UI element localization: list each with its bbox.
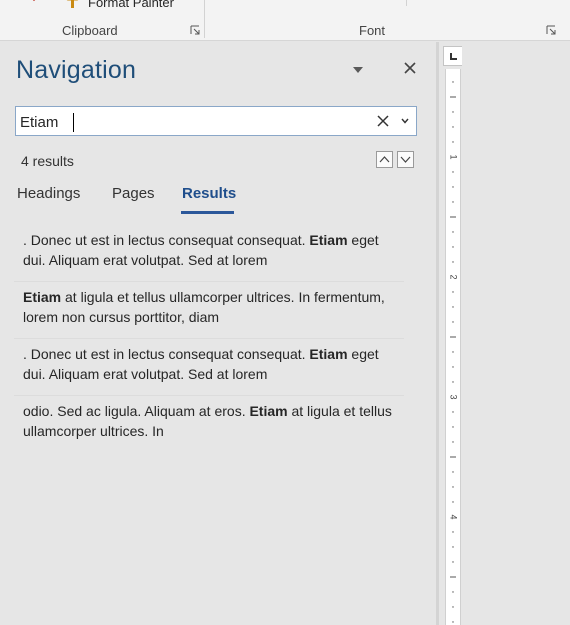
pane-splitter[interactable] xyxy=(436,42,439,625)
result-item[interactable]: . Donec ut est in lectus consequat conse… xyxy=(14,225,404,282)
chevron-up-icon xyxy=(379,156,390,163)
ruler-tick xyxy=(452,261,454,263)
ruler-tick xyxy=(452,381,454,383)
ruler-tick xyxy=(452,591,454,593)
navigation-title: Navigation xyxy=(16,56,137,84)
ruler-number: 4 xyxy=(448,514,459,520)
result-match: Etiam xyxy=(309,346,348,362)
result-match: Etiam xyxy=(249,403,288,419)
font-group-label: Font xyxy=(359,23,386,38)
ruler-tick xyxy=(452,141,454,143)
ribbon-group-divider xyxy=(406,0,407,6)
ruler-tick xyxy=(452,351,454,353)
ruler-number: 2 xyxy=(448,274,459,280)
ruler-tick xyxy=(452,231,454,233)
result-match: Etiam xyxy=(309,232,348,248)
search-box[interactable] xyxy=(15,106,417,136)
dialog-launcher-icon[interactable] xyxy=(546,25,557,36)
ruler-tick xyxy=(452,531,454,533)
active-tab-indicator xyxy=(181,211,234,214)
task-pane-options-icon[interactable] xyxy=(350,64,366,76)
dialog-launcher-icon[interactable] xyxy=(190,25,201,36)
search-input[interactable] xyxy=(18,111,358,133)
chevron-down-icon[interactable] xyxy=(400,116,410,126)
result-text: . Donec ut est in lectus consequat conse… xyxy=(23,232,310,248)
navigation-tabs: Headings Pages Results xyxy=(0,183,432,215)
ruler-tick xyxy=(452,291,454,293)
chevron-down-icon[interactable] xyxy=(28,0,40,4)
result-text: odio. Sed ac ligula. Aliquam at eros. xyxy=(23,403,250,419)
close-icon[interactable] xyxy=(401,59,419,77)
chevron-down-icon xyxy=(400,156,411,163)
ruler-tick xyxy=(452,201,454,203)
ruler-tick xyxy=(452,246,454,248)
ruler-tick xyxy=(452,81,454,83)
left-tab-icon xyxy=(450,53,457,60)
ruler-tick xyxy=(452,306,454,308)
result-text: at ligula et tellus ullamcorper ultrices… xyxy=(23,289,385,325)
result-item[interactable]: Etiam at ligula et tellus ullamcorper ul… xyxy=(14,282,404,339)
clipboard-group-label: Clipboard xyxy=(62,23,118,38)
ruler-tick xyxy=(452,366,454,368)
document-area[interactable] xyxy=(462,42,570,625)
result-item[interactable]: odio. Sed ac ligula. Aliquam at eros. Et… xyxy=(14,396,404,453)
ruler-tick xyxy=(452,561,454,563)
ruler-tick xyxy=(452,546,454,548)
ruler-tick xyxy=(452,501,454,503)
results-list: . Donec ut est in lectus consequat conse… xyxy=(14,225,404,453)
result-item[interactable]: . Donec ut est in lectus consequat conse… xyxy=(14,339,404,396)
ruler-tick xyxy=(452,186,454,188)
navigation-pane: Navigation 4 results Headings Pages Resu… xyxy=(0,42,432,625)
ruler-tick xyxy=(452,621,454,623)
result-text: . Donec ut est in lectus consequat conse… xyxy=(23,346,310,362)
ruler-tick xyxy=(452,321,454,323)
ruler-tick xyxy=(452,126,454,128)
paintbrush-icon xyxy=(66,0,79,8)
ruler-number: 1 xyxy=(448,154,459,160)
tab-stop-selector[interactable] xyxy=(443,46,463,66)
text-caret xyxy=(73,113,74,132)
vertical-ruler[interactable]: 1 2 3 4 xyxy=(445,69,461,625)
ruler-tick xyxy=(452,441,454,443)
clear-search-icon[interactable] xyxy=(376,114,390,128)
result-match: Etiam xyxy=(23,289,62,305)
ruler-tick xyxy=(452,486,454,488)
tab-results[interactable]: Results xyxy=(182,185,236,202)
tab-pages[interactable]: Pages xyxy=(112,185,155,202)
tab-headings[interactable]: Headings xyxy=(17,185,80,202)
ribbon: Format Painter Clipboard Font xyxy=(0,0,570,41)
ribbon-group-divider xyxy=(204,0,205,38)
ruler-tick xyxy=(452,111,454,113)
previous-result-button[interactable] xyxy=(376,151,393,168)
format-painter-label: Format Painter xyxy=(88,0,174,10)
ruler-tick xyxy=(452,471,454,473)
ruler-tick xyxy=(452,606,454,608)
ruler-number: 3 xyxy=(448,394,459,400)
ruler-tick xyxy=(452,426,454,428)
next-result-button[interactable] xyxy=(397,151,414,168)
ruler-tick xyxy=(452,171,454,173)
ruler-tick xyxy=(452,411,454,413)
format-painter-button[interactable]: Format Painter xyxy=(64,0,174,11)
results-count: 4 results xyxy=(21,153,74,169)
